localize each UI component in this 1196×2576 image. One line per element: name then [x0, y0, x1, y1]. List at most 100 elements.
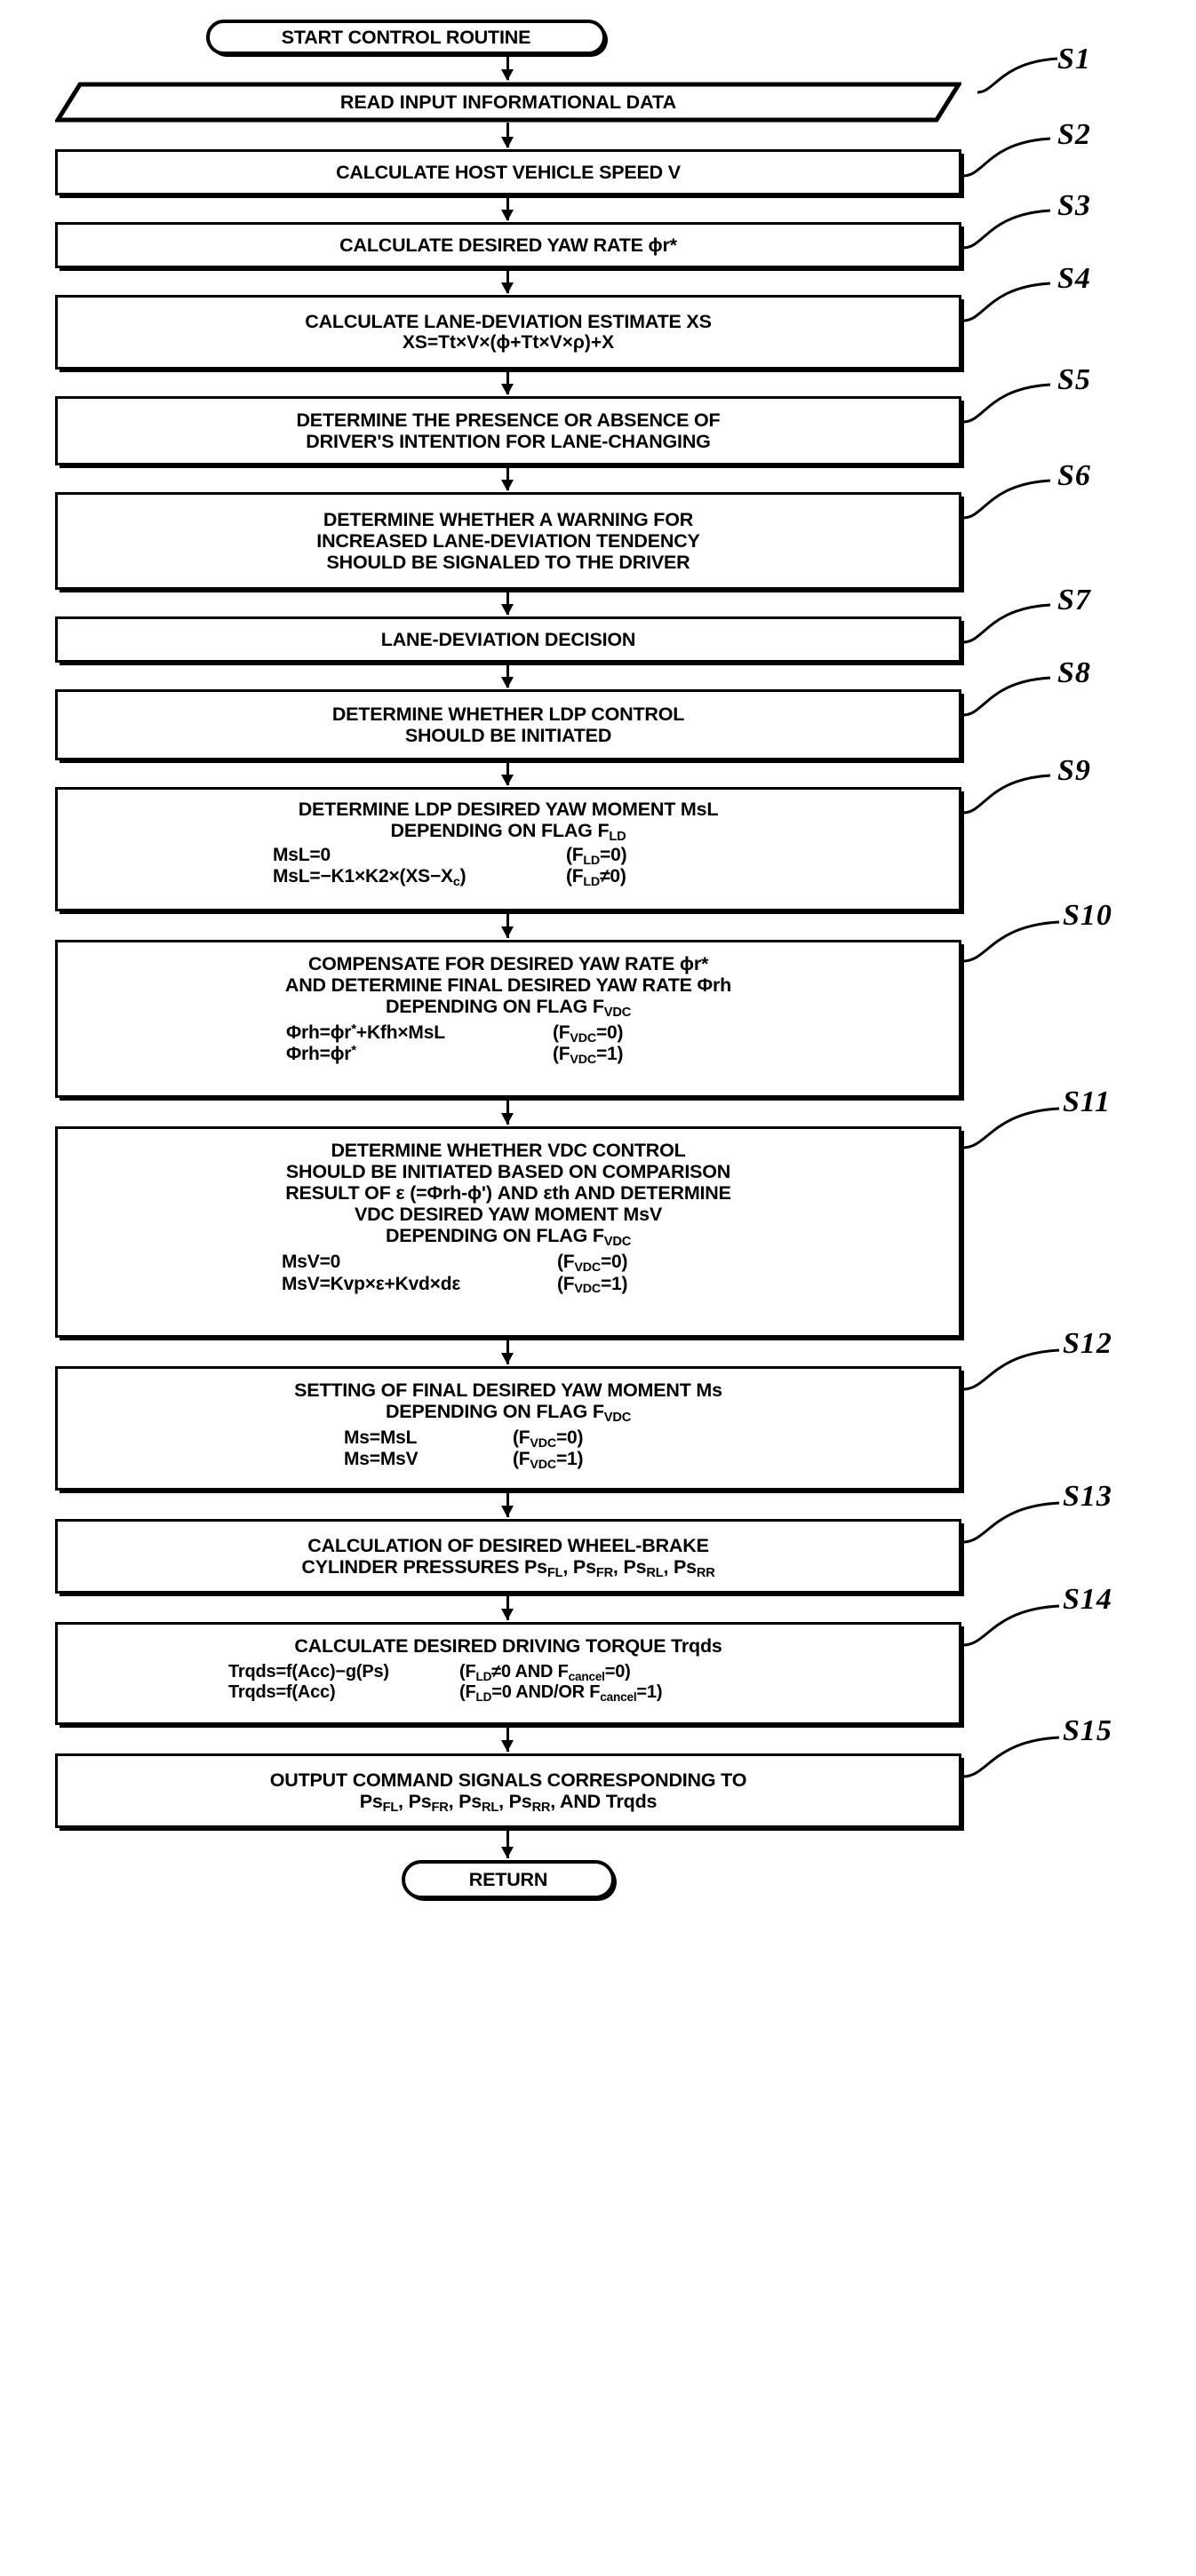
node-s6-line-3: SHOULD BE SIGNALED TO THE DRIVER	[326, 552, 690, 574]
node-s14-equation-1: Trqds=f(Acc)−g(Ps) (FLD≠0 AND Fcancel=0)	[58, 1662, 959, 1683]
node-s15-line-2: PsFL, PsFR, PsRL, PsRR, AND Trqds	[359, 1791, 658, 1815]
node-s14: CALCULATE DESIRED DRIVING TORQUE Trqds T…	[55, 1622, 961, 1725]
return-terminator: RETURN	[402, 1860, 615, 1899]
arrowhead-s2	[501, 137, 514, 148]
node-s8-line-1: DETERMINE WHETHER LDP CONTROL	[331, 703, 685, 725]
arrowhead-s5	[501, 384, 514, 395]
return-label: RETURN	[468, 1868, 548, 1890]
node-s15: OUTPUT COMMAND SIGNALS CORRESPONDING TO …	[55, 1753, 961, 1828]
leader-s9	[961, 770, 1059, 819]
node-s11-line-5: DEPENDING ON FLAG FVDC	[385, 1225, 632, 1250]
node-s9-line-2: DEPENDING ON FLAG FLD	[390, 820, 626, 844]
step-tag-s5: S5	[1057, 363, 1091, 396]
step-tag-s13: S13	[1063, 1480, 1112, 1513]
step-tag-s8: S8	[1057, 656, 1091, 689]
step-tag-s15: S15	[1063, 1714, 1112, 1747]
step-tag-s2: S2	[1057, 118, 1091, 151]
node-s7: LANE-DEVIATION DECISION	[55, 616, 961, 663]
node-s11-eq1-rhs: (FVDC=0)	[557, 1252, 628, 1276]
leader-s13	[961, 1498, 1068, 1549]
node-s9-equation-1: MsL=0 (FLD=0)	[58, 845, 959, 868]
arrowhead-end	[501, 1847, 514, 1858]
leader-curve-icon	[962, 383, 1051, 424]
node-s2-line-1: CALCULATE HOST VEHICLE SPEED V	[336, 161, 681, 183]
node-s12-line-2: DEPENDING ON FLAG FVDC	[385, 1401, 632, 1425]
node-s10-line-3: DEPENDING ON FLAG FVDC	[385, 996, 632, 1020]
node-s11-equation-2: MsV=Kvp×ε+Kvd×dε (FVDC=1)	[58, 1273, 959, 1297]
node-s12-eq2-lhs: Ms=MsV	[344, 1449, 419, 1470]
leader-curve-icon	[962, 1501, 1060, 1544]
flowchart-canvas: START CONTROL ROUTINE READ INPUT INFORMA…	[0, 0, 1196, 2576]
node-s9: DETERMINE LDP DESIRED YAW MOMENT MsL DEP…	[55, 787, 961, 911]
arrowhead-s3	[501, 210, 514, 221]
arrowhead-s6	[501, 480, 514, 491]
arrowhead-s1	[501, 69, 514, 81]
leader-curve-icon	[962, 1736, 1060, 1778]
node-s11-equation-1: MsV=0 (FVDC=0)	[58, 1252, 959, 1276]
node-s10: COMPENSATE FOR DESIRED YAW RATE ϕr* AND …	[55, 940, 961, 1098]
node-s12-eq1-rhs: (FVDC=0)	[513, 1427, 584, 1451]
arrowhead-s15	[501, 1740, 514, 1752]
node-s4-line-1: CALCULATE LANE-DEVIATION ESTIMATE XS	[305, 311, 712, 333]
node-s10-eq2-lhs: Φrh=ϕr*	[286, 1043, 356, 1065]
leader-curve-icon	[962, 1604, 1060, 1647]
node-s5: DETERMINE THE PRESENCE OR ABSENCE OF DRI…	[55, 396, 961, 465]
node-s4-formula: XS=Tt×V×(ϕ+Tt×V×ρ)+X	[402, 332, 615, 354]
leader-s6	[961, 475, 1059, 524]
step-tag-s10: S10	[1063, 899, 1112, 932]
leader-s7	[961, 600, 1059, 648]
leader-s8	[961, 672, 1059, 721]
node-s11-line-2: SHOULD BE INITIATED BASED ON COMPARISON	[285, 1161, 731, 1183]
node-s11-eq2-lhs: MsV=Kvp×ε+Kvd×dε	[282, 1273, 461, 1294]
leader-curve-icon	[962, 676, 1051, 717]
node-s11-line-1: DETERMINE WHETHER VDC CONTROL	[331, 1140, 686, 1161]
leader-s3	[961, 205, 1059, 254]
leader-curve-icon	[962, 774, 1051, 815]
leader-s12	[961, 1345, 1068, 1396]
step-tag-s12: S12	[1063, 1327, 1112, 1360]
node-s14-equation-2: Trqds=f(Acc) (FLD=0 AND/OR Fcancel=1)	[58, 1682, 959, 1704]
node-s5-line-2: DRIVER'S INTENTION FOR LANE-CHANGING	[306, 431, 711, 452]
leader-s4	[961, 278, 1059, 327]
node-s12-line-1: SETTING OF FINAL DESIRED YAW MOMENT Ms	[294, 1379, 722, 1401]
leader-s5	[961, 379, 1059, 428]
step-tag-s3: S3	[1057, 189, 1091, 222]
node-s6-line-1: DETERMINE WHETHER A WARNING FOR	[323, 508, 694, 530]
step-tag-s9: S9	[1057, 754, 1091, 787]
leader-curve-icon	[977, 57, 1058, 94]
node-s4: CALCULATE LANE-DEVIATION ESTIMATE XS XS=…	[55, 295, 961, 370]
node-s1-line-1: READ INPUT INFORMATIONAL DATA	[339, 91, 677, 113]
node-s3: CALCULATE DESIRED YAW RATE ϕr*	[55, 222, 961, 268]
node-s14-eq2-rhs: (FLD=0 AND/OR Fcancel=1)	[459, 1682, 663, 1704]
node-s13-line-2: CYLINDER PRESSURES PsFL, PsFR, PsRL, PsR…	[301, 1556, 715, 1580]
node-s10-equation-2: Φrh=ϕr* (FVDC=1)	[58, 1043, 959, 1068]
arrowhead-s7	[501, 604, 514, 616]
leader-curve-icon	[962, 1348, 1060, 1391]
arrowhead-s4	[501, 282, 514, 294]
node-s8-line-2: SHOULD BE INITIATED	[404, 725, 612, 746]
node-s13-line-1: CALCULATION OF DESIRED WHEEL-BRAKE	[307, 1534, 709, 1556]
node-s10-eq2-rhs: (FVDC=1)	[553, 1044, 624, 1068]
arrowhead-s11	[501, 1113, 514, 1125]
step-tag-s7: S7	[1057, 584, 1091, 616]
node-s15-line-1: OUTPUT COMMAND SIGNALS CORRESPONDING TO	[269, 1769, 747, 1791]
node-s10-equation-1: Φrh=ϕr*+Kfh×MsL (FVDC=0)	[58, 1022, 959, 1046]
node-s9-eq2-lhs: MsL=−K1×K2×(XS−Xc)	[273, 866, 466, 889]
node-s1: READ INPUT INFORMATIONAL DATA	[55, 82, 961, 123]
step-tag-s6: S6	[1057, 459, 1091, 492]
leader-s14	[961, 1601, 1068, 1652]
leader-curve-icon	[962, 479, 1051, 520]
node-s14-eq1-rhs: (FLD≠0 AND Fcancel=0)	[459, 1662, 631, 1683]
leader-s2	[961, 133, 1059, 182]
node-s12-eq1-lhs: Ms=MsL	[344, 1427, 418, 1449]
node-s6: DETERMINE WHETHER A WARNING FOR INCREASE…	[55, 492, 961, 590]
node-s12-eq2-rhs: (FVDC=1)	[513, 1449, 584, 1472]
node-s1-text: READ INPUT INFORMATIONAL DATA	[55, 82, 961, 123]
node-s11-eq2-rhs: (FVDC=1)	[557, 1273, 628, 1297]
start-label: START CONTROL ROUTINE	[281, 26, 531, 48]
node-s7-line-1: LANE-DEVIATION DECISION	[380, 628, 636, 650]
leader-s15	[961, 1732, 1068, 1784]
arrowhead-s9	[501, 775, 514, 786]
leader-curve-icon	[962, 282, 1051, 322]
node-s13: CALCULATION OF DESIRED WHEEL-BRAKE CYLIN…	[55, 1519, 961, 1594]
